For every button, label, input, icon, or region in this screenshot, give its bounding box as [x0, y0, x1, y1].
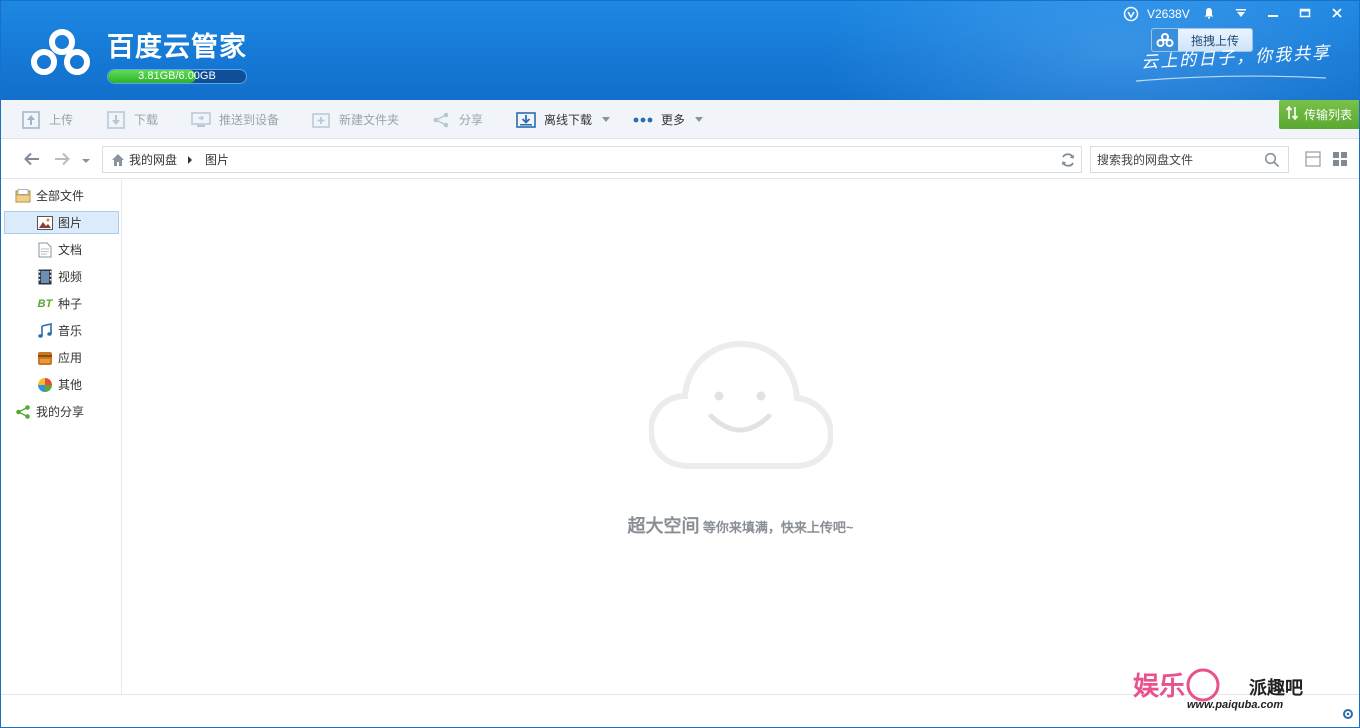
empty-message-title: 超大空间: [627, 516, 700, 536]
username[interactable]: V2638V: [1147, 7, 1190, 21]
upload-button[interactable]: 上传: [21, 100, 73, 139]
offline-download-label: 离线下载: [544, 113, 593, 127]
more-label: 更多: [661, 113, 686, 127]
empty-message: 超大空间 等你来填满，快来上传吧~: [122, 512, 1359, 538]
download-label: 下载: [134, 113, 159, 127]
home-icon[interactable]: [111, 153, 125, 167]
quota-text: 3.81GB/6.00GB: [138, 70, 216, 82]
device-icon: [191, 111, 211, 129]
window-controls: [1193, 3, 1353, 23]
sidebar-item-torrents[interactable]: BT 种子: [4, 292, 119, 315]
breadcrumb-current[interactable]: 图片: [205, 151, 229, 168]
bt-icon: BT: [37, 297, 53, 310]
image-icon: [37, 215, 53, 231]
refresh-icon[interactable]: [1060, 152, 1076, 168]
share-button[interactable]: 分享: [431, 100, 483, 139]
sidebar-item-label: 音乐: [58, 324, 83, 338]
upload-label: 上传: [49, 113, 74, 127]
new-folder-button[interactable]: 新建文件夹: [311, 100, 399, 139]
watermark-url: www.paiquba.com: [1187, 699, 1284, 711]
bell-icon[interactable]: [1193, 3, 1225, 23]
chevron-down-icon[interactable]: [602, 117, 611, 122]
back-arrow-icon[interactable]: [23, 150, 41, 168]
more-dots-icon: [633, 111, 653, 129]
push-device-button[interactable]: 推送到设备: [191, 100, 279, 139]
forward-arrow-icon[interactable]: [53, 150, 71, 168]
breadcrumb: 我的网盘 图片: [102, 146, 1082, 173]
offline-download-icon: [516, 111, 536, 129]
maximize-icon[interactable]: [1289, 3, 1321, 23]
sidebar-item-label: 图片: [58, 216, 83, 230]
quota-bar: 3.81GB/6.00GB: [107, 69, 247, 84]
menu-icon[interactable]: [1225, 3, 1257, 23]
upload-icon: [21, 110, 41, 129]
close-icon[interactable]: [1321, 3, 1353, 23]
slogan-underline: [1135, 75, 1327, 82]
new-folder-label: 新建文件夹: [339, 113, 400, 127]
app-title: 百度云管家: [107, 32, 247, 62]
sidebar-item-documents[interactable]: 文档: [4, 238, 119, 261]
sidebar-item-label: 其他: [58, 378, 83, 392]
offline-download-button[interactable]: 离线下载: [516, 100, 611, 139]
search-box: [1090, 146, 1289, 173]
music-icon: [37, 322, 53, 339]
video-icon: [37, 269, 53, 285]
sidebar-item-all-files[interactable]: 全部文件: [15, 184, 130, 207]
more-button[interactable]: 更多: [633, 100, 704, 139]
sidebar-item-apps[interactable]: 应用: [4, 346, 119, 369]
chevron-down-icon[interactable]: [695, 117, 704, 122]
transfer-icon: [1285, 105, 1299, 123]
settings-gear-icon[interactable]: [1341, 707, 1355, 721]
sidebar-item-label: 视频: [58, 270, 83, 284]
transfer-list-label: 传输列表: [1303, 108, 1352, 122]
watermark-text: 娱乐: [1133, 672, 1185, 702]
share-icon: [15, 404, 31, 420]
push-device-label: 推送到设备: [219, 113, 280, 127]
document-icon: [37, 242, 53, 258]
download-button[interactable]: 下载: [106, 100, 158, 139]
file-list-area: 超大空间 等你来填满，快来上传吧~: [122, 180, 1359, 694]
sidebar-item-images[interactable]: 图片: [4, 211, 119, 234]
sidebar-item-videos[interactable]: 视频: [4, 265, 119, 288]
download-icon: [106, 110, 126, 129]
sidebar-item-my-share[interactable]: 我的分享: [15, 400, 130, 423]
sidebar-item-music[interactable]: 音乐: [4, 319, 119, 342]
baidu-cloud-logo: [31, 29, 90, 75]
folder-icon: [15, 188, 31, 204]
share-icon: [431, 111, 451, 129]
status-tools: [1341, 707, 1355, 721]
search-input[interactable]: [1097, 147, 1264, 172]
vip-icon: [1123, 6, 1139, 22]
app-window: 百度云管家 3.81GB/6.00GB V2638V 拖拽上传 云上的日子，你我…: [0, 0, 1360, 728]
watermark-brand: 派趣吧: [1249, 678, 1303, 699]
other-icon: [37, 377, 53, 393]
transfer-list-button[interactable]: 传输列表: [1279, 100, 1359, 129]
empty-message-subtitle: 等你来填满，快来上传吧~: [702, 520, 854, 535]
sidebar-item-label: 我的分享: [36, 405, 85, 419]
sidebar-item-label: 种子: [58, 297, 83, 311]
history-dropdown-icon[interactable]: [77, 152, 95, 170]
toolbar: 上传 下载 推送到设备 新建文件夹 分享 离线下载 更多: [1, 100, 1359, 139]
header: 百度云管家 3.81GB/6.00GB V2638V 拖拽上传 云上的日子，你我…: [1, 1, 1359, 100]
app-icon: [37, 350, 53, 366]
sidebar-item-label: 文档: [58, 243, 83, 257]
share-label: 分享: [459, 113, 484, 127]
grid-view-icon[interactable]: [1332, 151, 1348, 167]
sidebar-item-label: 应用: [58, 351, 83, 365]
new-folder-icon: [311, 111, 331, 129]
empty-cloud-icon: [649, 340, 833, 469]
search-icon[interactable]: [1264, 152, 1280, 168]
user-area[interactable]: V2638V: [1123, 5, 1190, 23]
sidebar-item-other[interactable]: 其他: [4, 373, 119, 396]
sidebar-item-label: 全部文件: [36, 189, 85, 203]
minimize-icon[interactable]: [1257, 3, 1289, 23]
nav-bar: 我的网盘 图片: [1, 140, 1359, 179]
breadcrumb-separator-icon[interactable]: [188, 155, 193, 164]
breadcrumb-root[interactable]: 我的网盘: [129, 151, 177, 168]
sidebar: 全部文件 图片 文档 视频 BT 种子 音乐 应用 其他 我的分享: [1, 180, 122, 694]
list-view-icon[interactable]: [1305, 151, 1321, 167]
